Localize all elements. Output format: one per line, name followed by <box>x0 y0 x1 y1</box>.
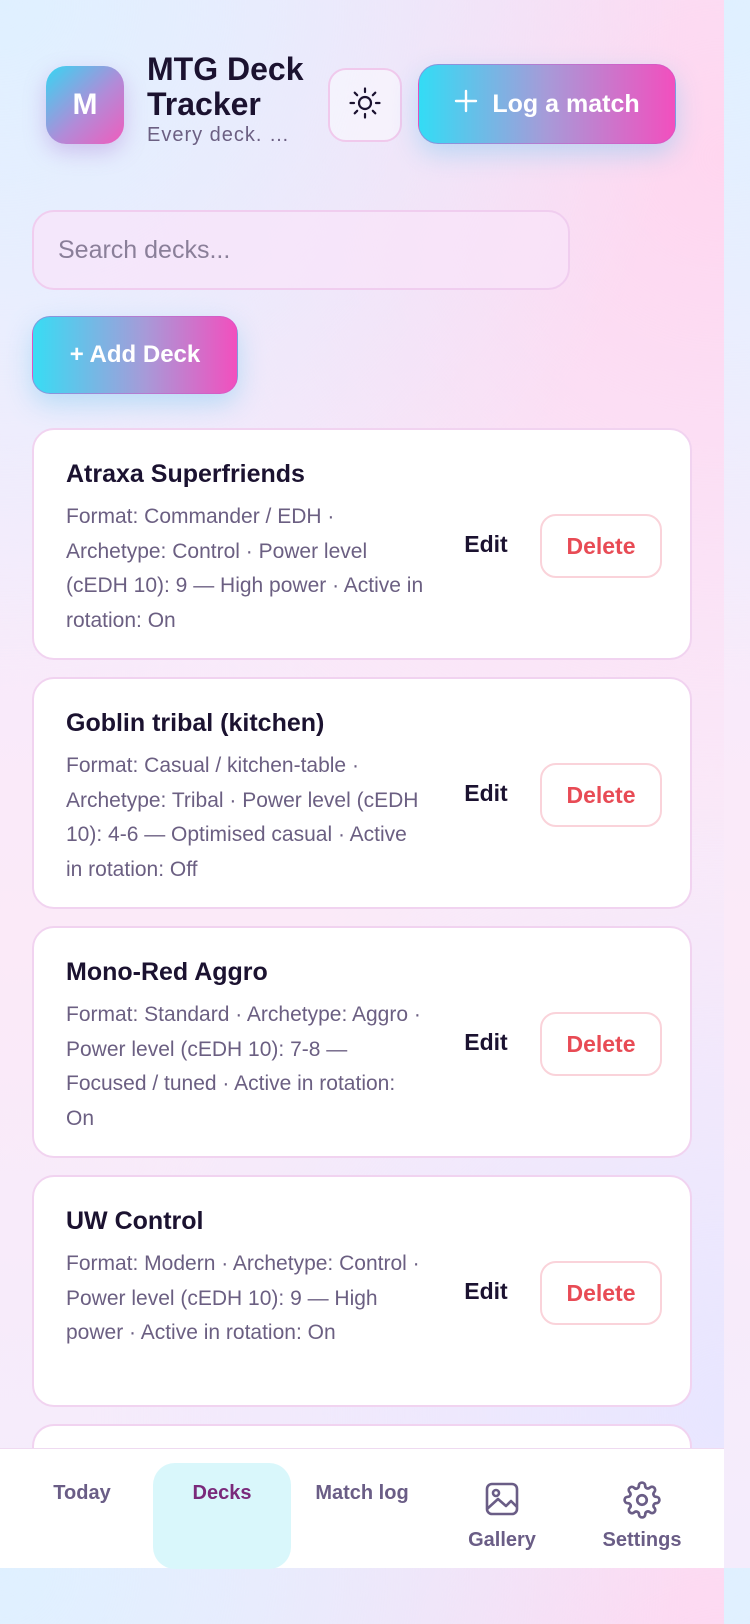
deck-name: UW Control <box>66 1207 204 1235</box>
edit-deck-button[interactable]: Edit <box>446 1012 526 1072</box>
deck-meta: Format: Standard · Archetype: Aggro · Po… <box>66 1003 421 1131</box>
edit-deck-button[interactable]: Edit <box>446 1261 526 1321</box>
edit-deck-button[interactable]: Edit <box>446 514 526 574</box>
nav-tab-settings[interactable]: Settings <box>572 1449 712 1569</box>
nav-label: Decks <box>192 1482 252 1504</box>
theme-toggle-button[interactable] <box>328 68 402 142</box>
search-input[interactable] <box>58 235 544 265</box>
deck-card: Atraxa Superfriends Format: Commander / … <box>32 428 692 660</box>
deck-card: UW Control Format: Modern · Archetype: C… <box>32 1175 692 1407</box>
app-header: M MTG Deck Tracker Every deck. … Log a m… <box>0 0 724 200</box>
nav-tab-match-log[interactable]: Match log <box>292 1449 432 1569</box>
deck-card: Goblin tribal (kitchen) Format: Casual /… <box>32 677 692 909</box>
deck-card: Mono-Red Aggro Format: Standard · Archet… <box>32 926 692 1158</box>
app-title: MTG Deck Tracker <box>147 51 304 122</box>
log-match-label: Log a match <box>492 89 640 118</box>
image-icon <box>484 1481 520 1523</box>
deck-meta: Format: Commander / EDH · Archetype: Con… <box>66 505 424 633</box>
nav-tab-gallery[interactable]: Gallery <box>432 1449 572 1569</box>
app-logo: M <box>46 66 124 144</box>
nav-tab-today[interactable]: Today <box>12 1449 152 1569</box>
delete-deck-button[interactable]: Delete <box>540 763 662 827</box>
delete-deck-button[interactable]: Delete <box>540 514 662 578</box>
delete-deck-button[interactable]: Delete <box>540 1261 662 1325</box>
deck-name: Mono-Red Aggro <box>66 958 268 986</box>
deck-meta: Format: Casual / kitchen-table · Archety… <box>66 754 419 882</box>
edit-deck-button[interactable]: Edit <box>446 763 526 823</box>
deck-meta: Format: Modern · Archetype: Control · Po… <box>66 1252 420 1345</box>
nav-label: Today <box>53 1482 111 1504</box>
bottom-nav: Today Decks Match log Gallery Settings <box>0 1448 724 1569</box>
deck-name: Goblin tribal (kitchen) <box>66 709 325 737</box>
add-deck-button[interactable]: + Add Deck <box>32 316 238 394</box>
app-subtitle: Every deck. … <box>147 124 291 146</box>
nav-label: Settings <box>602 1529 682 1551</box>
log-match-button[interactable]: Log a match <box>418 64 676 144</box>
deck-name: Atraxa Superfriends <box>66 460 305 488</box>
plus-icon <box>454 89 478 120</box>
gear-icon <box>623 1481 661 1525</box>
nav-tab-decks[interactable]: Decks <box>153 1463 291 1569</box>
sun-icon <box>348 86 382 125</box>
delete-deck-button[interactable]: Delete <box>540 1012 662 1076</box>
search-box <box>32 210 570 290</box>
nav-label: Match log <box>315 1482 409 1504</box>
nav-label: Gallery <box>468 1529 536 1551</box>
